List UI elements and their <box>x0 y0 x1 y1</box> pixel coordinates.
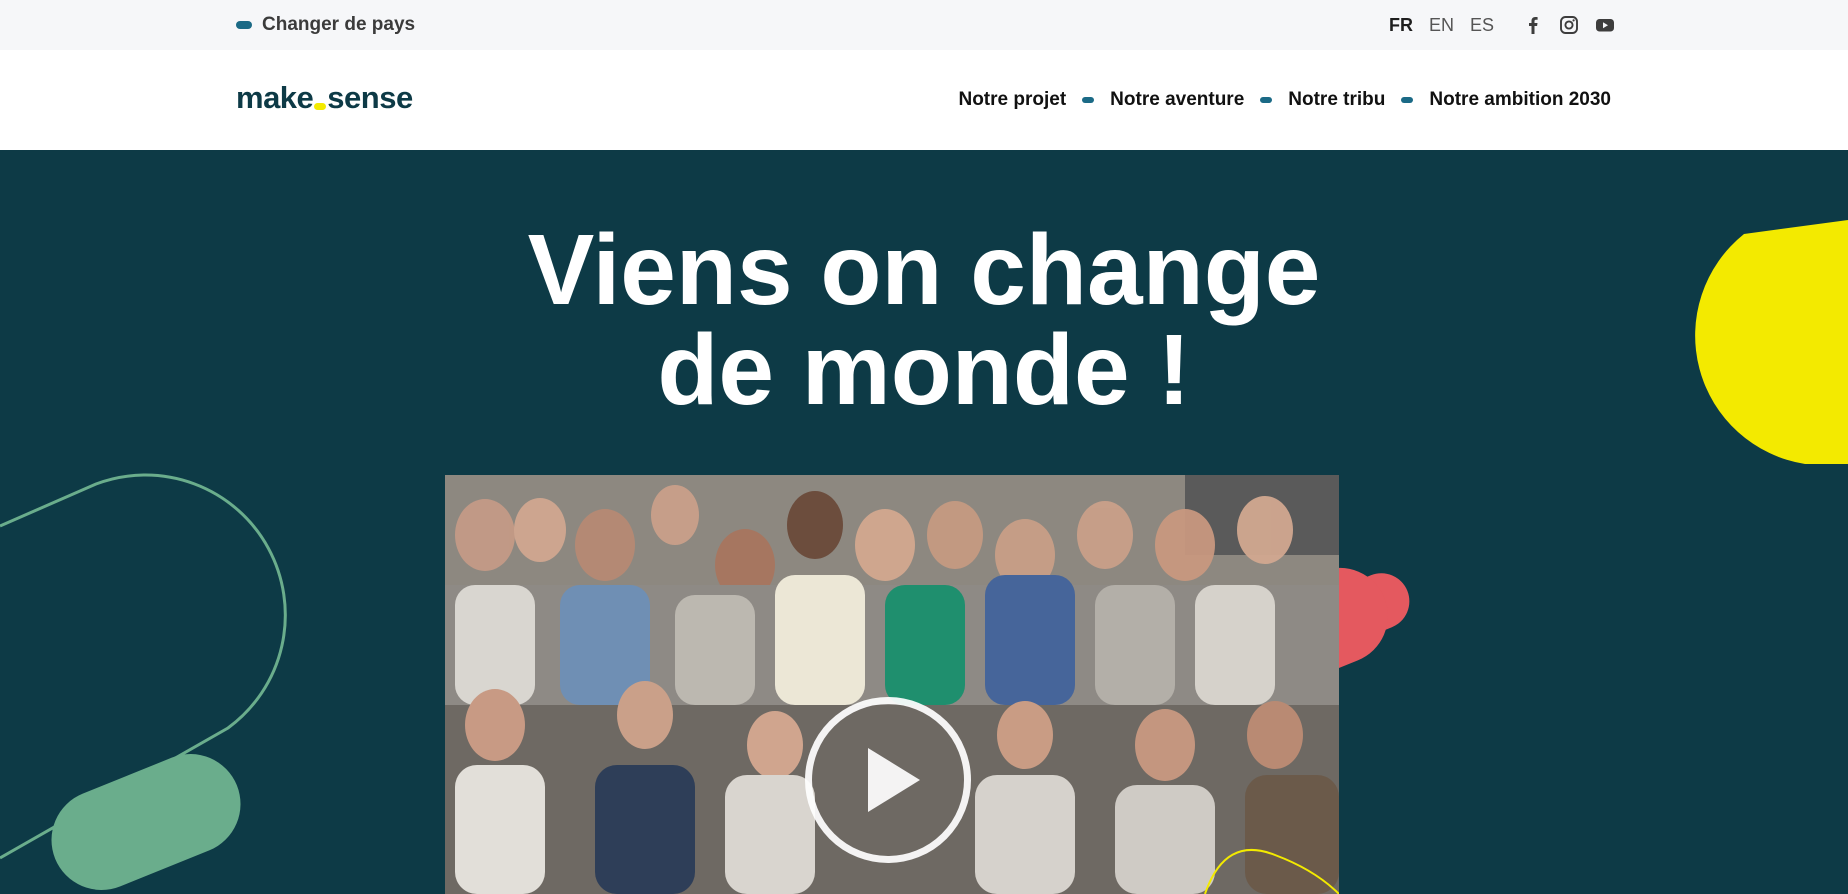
lang-fr[interactable]: FR <box>1389 15 1413 36</box>
language-switcher: FR EN ES <box>1389 0 1494 50</box>
facebook-icon[interactable] <box>1523 15 1543 35</box>
logo-dot <box>314 103 327 110</box>
change-country-link[interactable]: Changer de pays <box>236 0 415 50</box>
main-navbar: make sense Notre projet Notre aventure No… <box>0 50 1848 150</box>
top-bar: Changer de pays FR EN ES <box>0 0 1848 50</box>
hero-title-line2: de monde ! <box>657 314 1191 426</box>
menu-separator <box>1260 97 1273 103</box>
nav-notre-aventure[interactable]: Notre aventure <box>1110 89 1244 111</box>
hero-title-line1: Viens on change <box>527 214 1321 326</box>
hero-title: Viens on change de monde ! <box>0 220 1848 420</box>
menu-separator <box>1401 97 1414 103</box>
instagram-icon[interactable] <box>1559 15 1579 35</box>
pill-icon <box>236 21 252 29</box>
nav-notre-projet[interactable]: Notre projet <box>958 89 1066 111</box>
youtube-icon[interactable] <box>1595 15 1615 35</box>
main-menu: Notre projet Notre aventure Notre tribu … <box>958 50 1611 150</box>
nav-notre-tribu[interactable]: Notre tribu <box>1288 89 1385 111</box>
hero-section: Viens on change de monde ! <box>0 150 1848 894</box>
lang-es[interactable]: ES <box>1470 15 1494 36</box>
make-sense-logo[interactable]: make sense <box>236 80 413 116</box>
menu-separator <box>1082 97 1095 103</box>
lang-en[interactable]: EN <box>1429 15 1454 36</box>
nav-notre-ambition-2030[interactable]: Notre ambition 2030 <box>1429 89 1611 111</box>
hero-video[interactable] <box>445 475 1339 894</box>
play-icon <box>868 748 920 812</box>
green-pill-decoration <box>51 754 241 890</box>
social-links <box>1523 0 1615 50</box>
change-country-label: Changer de pays <box>262 14 416 35</box>
play-button[interactable] <box>805 697 971 863</box>
